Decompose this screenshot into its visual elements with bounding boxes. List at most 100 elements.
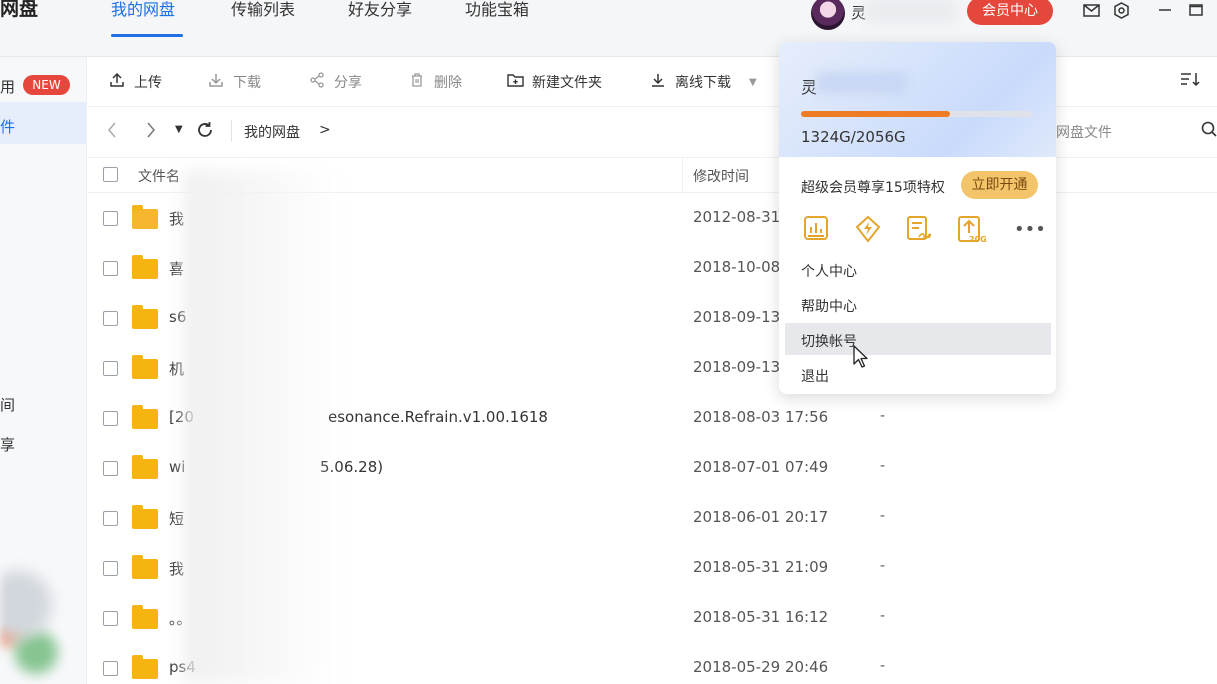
file-name[interactable]: 我 (169, 558, 184, 579)
offline-download-button[interactable]: 离线下载 ▼ (649, 72, 757, 92)
upload-icon (108, 72, 126, 92)
sidebar-item-files[interactable]: 件 (0, 116, 15, 137)
refresh-icon[interactable] (196, 121, 214, 144)
file-size: - (880, 508, 886, 524)
tab-transfer-list[interactable]: 传输列表 (231, 0, 295, 40)
active-tab-indicator (111, 34, 183, 37)
user-name[interactable]: 灵 (851, 2, 866, 23)
share-icon (308, 72, 326, 92)
delete-label: 删除 (434, 75, 462, 91)
file-modified-date: 2018-05-31 16:12 (693, 608, 829, 626)
upload-button[interactable]: 上传 (108, 72, 162, 92)
sidebar-item-space[interactable]: 间 (0, 394, 15, 415)
storage-quota-text: 1324G/2056G (801, 128, 906, 146)
history-dropdown-icon[interactable]: ▼ (175, 124, 183, 135)
download-icon (207, 72, 225, 92)
file-modified-date: 2018-07-01 07:49 (693, 458, 829, 476)
menu-item-profile[interactable]: 个人中心 (801, 261, 857, 281)
document-infinity-icon[interactable] (906, 215, 932, 245)
chevron-down-icon[interactable]: ▼ (749, 77, 757, 88)
column-header-modified[interactable]: 修改时间 (693, 166, 749, 186)
column-header-name[interactable]: 文件名 (138, 166, 180, 186)
breadcrumb-divider (231, 120, 232, 142)
row-checkbox[interactable] (103, 561, 118, 576)
user-name-redacted (866, 0, 956, 24)
mail-icon[interactable] (1081, 0, 1101, 20)
sidebar-item-share[interactable]: 享 (0, 434, 15, 455)
open-vip-button[interactable]: 立即开通 (961, 171, 1038, 199)
upload-20g-icon[interactable]: 20G (957, 215, 987, 245)
minimize-icon[interactable] (1155, 0, 1175, 20)
file-size: - (880, 458, 886, 474)
settings-icon[interactable] (1111, 0, 1131, 20)
sort-icon[interactable] (1180, 71, 1200, 92)
more-icon[interactable]: ••• (1014, 219, 1046, 240)
file-name[interactable]: 喜 (169, 258, 184, 279)
new-folder-label: 新建文件夹 (532, 75, 602, 91)
file-modified-date: 2018-05-31 21:09 (693, 558, 829, 576)
file-modified-date: 2018-05-29 20:46 (693, 658, 829, 676)
filename-redaction (183, 170, 338, 684)
share-button[interactable]: 分享 (308, 72, 362, 92)
folder-icon (132, 505, 158, 529)
upload-label: 上传 (134, 75, 162, 91)
tab-toolbox[interactable]: 功能宝箱 (465, 0, 529, 40)
menu-item-switch-account[interactable]: 切换帐号 (801, 331, 857, 351)
row-checkbox[interactable] (103, 411, 118, 426)
lightning-shield-icon[interactable] (854, 215, 881, 245)
offline-download-label: 离线下载 (675, 75, 731, 91)
file-size: - (880, 608, 886, 624)
brand-title: 网盘 (0, 0, 39, 20)
avatar[interactable] (811, 0, 845, 30)
file-name[interactable]: 我 (169, 208, 184, 229)
folder-icon (132, 455, 158, 479)
folder-icon (132, 555, 158, 579)
file-name-tail[interactable]: esonance.Refrain.v1.00.1618 (328, 408, 548, 426)
sidebar-item-apps[interactable]: 用 (0, 76, 15, 97)
sidebar-promo-image[interactable] (0, 525, 72, 684)
mouse-cursor-icon (853, 345, 869, 369)
menu-item-logout[interactable]: 退出 (801, 366, 829, 386)
row-checkbox[interactable] (103, 511, 118, 526)
vip-center-button[interactable]: 会员中心 (967, 0, 1053, 25)
select-all-checkbox[interactable] (103, 167, 118, 182)
menu-item-help[interactable]: 帮助中心 (801, 296, 857, 316)
file-modified-date: 2018-06-01 20:17 (693, 508, 829, 526)
row-checkbox[interactable] (103, 461, 118, 476)
forward-icon[interactable] (146, 122, 156, 143)
new-folder-button[interactable]: 新建文件夹 (506, 72, 602, 92)
folder-icon (132, 605, 158, 629)
row-checkbox[interactable] (103, 211, 118, 226)
folder-plus-icon (506, 73, 524, 92)
user-dropdown-menu: 灵 1324G/2056G 超级会员尊享15项特权 立即开通 20G ••• 个… (779, 42, 1056, 394)
storage-quota-fill (801, 111, 951, 117)
download-button[interactable]: 下载 (207, 72, 261, 92)
storage-quota-bar (801, 111, 1033, 117)
dropdown-user-redacted (817, 72, 907, 94)
file-name[interactable]: 短 (169, 508, 184, 529)
row-checkbox[interactable] (103, 661, 118, 676)
file-size: - (880, 558, 886, 574)
back-icon[interactable] (107, 122, 117, 143)
column-divider (682, 157, 683, 193)
download-label: 下载 (233, 75, 261, 91)
search-icon[interactable] (1201, 121, 1217, 141)
tab-friend-share[interactable]: 好友分享 (348, 0, 412, 40)
row-checkbox[interactable] (103, 361, 118, 376)
file-name[interactable]: 机 (169, 358, 184, 379)
search-input[interactable]: 网盘文件 (1056, 122, 1112, 142)
row-checkbox[interactable] (103, 261, 118, 276)
breadcrumb-separator: > (319, 122, 331, 138)
maximize-icon[interactable] (1186, 0, 1206, 20)
share-label: 分享 (334, 75, 362, 91)
new-badge: NEW (23, 75, 70, 95)
folder-icon (132, 655, 158, 679)
folder-icon (132, 405, 158, 429)
speed-chart-icon[interactable] (803, 215, 829, 245)
breadcrumb-root[interactable]: 我的网盘 (244, 122, 300, 142)
folder-icon (132, 355, 158, 379)
row-checkbox[interactable] (103, 611, 118, 626)
file-modified-date: 2018-09-13 (693, 308, 781, 326)
row-checkbox[interactable] (103, 311, 118, 326)
delete-button[interactable]: 删除 (408, 72, 462, 92)
